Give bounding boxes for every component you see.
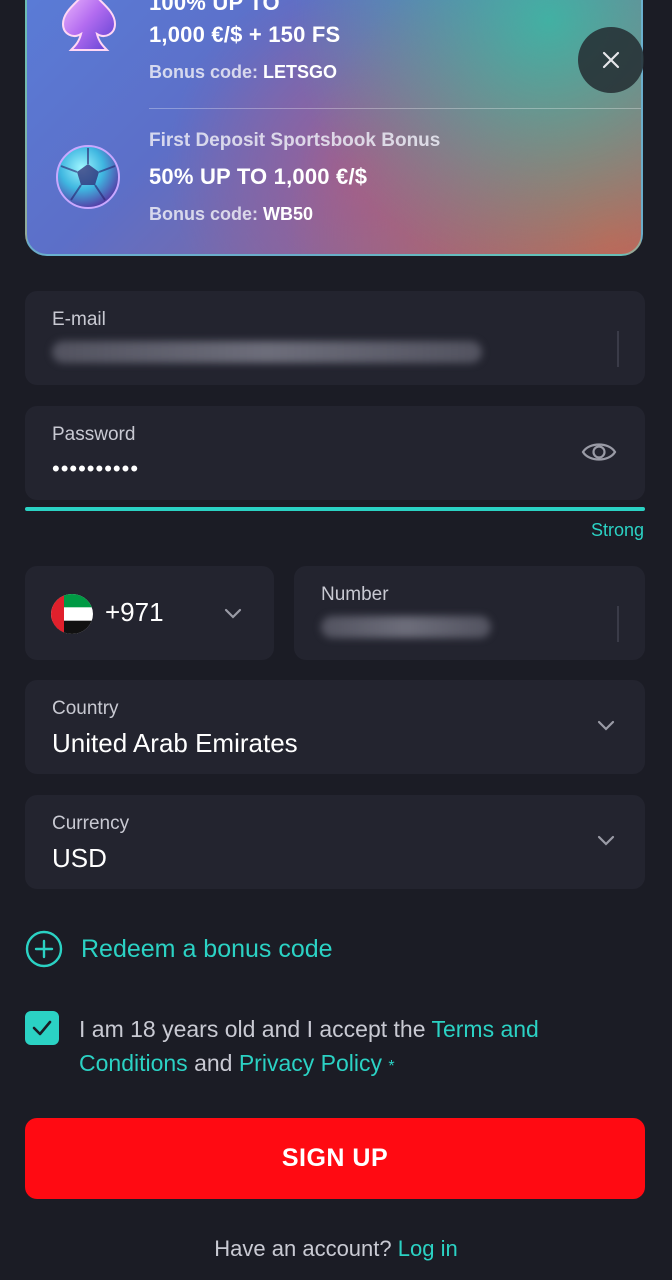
country-value: United Arab Emirates [52,728,298,758]
country-label: Country [52,698,119,719]
offer2-title: 50% UP TO 1,000 €/$ [149,164,368,189]
offer1-code-label: Bonus code: [149,62,259,82]
spade-icon [59,0,119,54]
phone-code-select[interactable]: +971 [25,566,274,660]
text-cursor [617,606,619,642]
offer1-subtitle: 100% UP TO [149,0,280,15]
currency-label: Currency [52,813,130,834]
have-account-row: Have an account? Log in [0,1236,672,1262]
soccer-ball-icon [55,144,121,210]
terms-middle: and [194,1050,233,1076]
login-link[interactable]: Log in [398,1236,458,1261]
uae-flag-icon [51,594,93,634]
promo-card: 100% UP TO 1,000 €/$ + 150 FS Bonus code… [25,0,643,256]
terms-prefix: I am 18 years old and I accept the [79,1016,426,1042]
phone-number-blurred [321,616,491,638]
chevron-down-icon [224,608,242,619]
email-label: E-mail [52,309,106,330]
signup-button[interactable]: SIGN UP [25,1118,645,1199]
email-field[interactable]: E-mail [25,291,645,385]
password-strength-label: Strong [590,520,644,540]
offer2-subtitle: First Deposit Sportsbook Bonus [149,130,441,151]
offer1-code: Bonus code: LETSGO [149,62,340,83]
chevron-down-icon [597,720,615,731]
plus-circle-icon [25,930,63,968]
text-cursor [617,331,619,367]
offer1-code-value: LETSGO [263,62,338,82]
offer2-code-value: WB50 [263,204,314,224]
eye-icon[interactable] [581,438,617,471]
have-account-text: Have an account? [214,1236,392,1261]
chevron-down-icon [597,835,615,846]
password-value: •••••••••• [52,456,140,481]
close-icon [602,51,620,69]
close-button[interactable] [578,27,644,93]
checkmark-icon [32,1020,52,1036]
terms-text: I am 18 years old and I accept the Terms… [79,1012,599,1084]
email-value-blurred [52,341,482,363]
currency-select[interactable]: Currency USD [25,795,645,889]
country-select[interactable]: Country United Arab Emirates [25,680,645,774]
privacy-link[interactable]: Privacy Policy [239,1050,382,1076]
phone-country-code: +971 [105,597,164,627]
promo-divider [149,108,641,109]
required-mark: * [388,1058,395,1075]
password-field[interactable]: Password •••••••••• [25,406,645,500]
phone-number-field[interactable]: Number [294,566,645,660]
currency-value: USD [52,843,107,873]
offer1-title: 1,000 €/$ + 150 FS [149,22,341,47]
redeem-bonus-label: Redeem a bonus code [81,934,333,963]
offer2-code-label: Bonus code: [149,204,259,224]
redeem-bonus-link[interactable]: Redeem a bonus code [25,930,333,968]
password-label: Password [52,424,136,445]
terms-checkbox[interactable] [25,1011,59,1045]
password-strength-bar [25,507,645,511]
phone-number-label: Number [321,584,389,605]
offer2-code: Bonus code: WB50 [149,204,440,225]
